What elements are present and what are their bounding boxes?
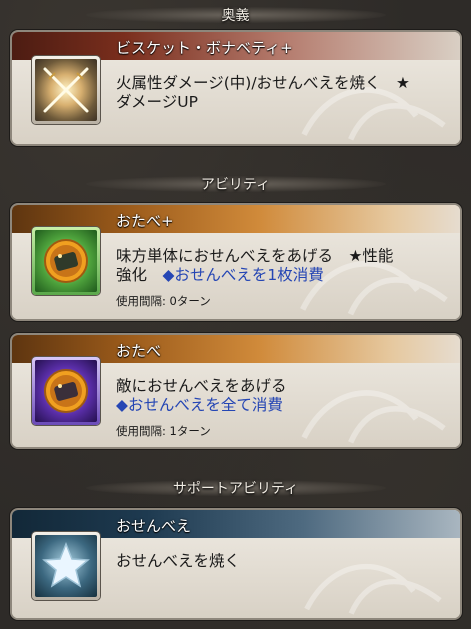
section-header-ability: アビリティ [0, 171, 471, 197]
ability-title: おたべ+ [116, 212, 174, 230]
ougi-description: 火属性ダメージ(中)/おせんべえを焼く ★ ダメージUP [116, 74, 448, 112]
desc-line: 敵におせんべえをあげる [116, 377, 287, 395]
ability-card-otabe-plus[interactable]: おたべ+ 味方単体におせんべえをあげる ★性能 強化 ◆おせんべえを1枚消費 使… [10, 203, 462, 321]
section-header-ougi: 奥義 [0, 2, 471, 28]
cooldown: 使用間隔: 0ターン [116, 293, 211, 309]
section-title: 奥義 [221, 8, 250, 24]
ability-title: おたべ [116, 342, 162, 360]
senbei-green-icon [35, 230, 97, 292]
desc-line: 強化 ◆おせんべえを1枚消費 [116, 266, 448, 285]
section-header-support: サポートアビリティ [0, 475, 471, 501]
ability-icon-frame [32, 357, 100, 425]
crossed-swords-icon [35, 59, 97, 121]
decor-pattern [304, 563, 442, 615]
desc-text: 強化 [116, 266, 163, 284]
ougi-icon-frame [32, 56, 100, 124]
consume-note: ◆おせんべえを1枚消費 [162, 266, 324, 284]
cooldown-label: 使用間隔: [116, 424, 170, 438]
consume-note: ◆おせんべえを全て消費 [116, 396, 283, 414]
cooldown-value: 1ターン [169, 424, 211, 438]
section-title: サポートアビリティ [172, 481, 299, 497]
ougi-card[interactable]: ビスケット・ボナベティ+ 火属性ダメージ(中)/おせんべえを焼く ★ ダメージU… [10, 30, 462, 146]
ougi-title: ビスケット・ボナベティ+ [116, 39, 293, 57]
support-icon-frame [32, 532, 100, 600]
desc-line: 味方単体におせんべえをあげる ★性能 [116, 247, 394, 265]
section-title: アビリティ [200, 177, 271, 193]
support-title: おせんべえ [116, 517, 192, 535]
ability-description: 味方単体におせんべえをあげる ★性能 強化 ◆おせんべえを1枚消費 [116, 247, 448, 285]
desc-line: 火属性ダメージ(中)/おせんべえを焼く ★ [116, 74, 410, 92]
ability-card-otabe[interactable]: おたべ 敵におせんべえをあげる ◆おせんべえを全て消費 使用間隔: 1ターン [10, 333, 462, 449]
cooldown-value: 0ターン [169, 294, 211, 308]
ability-description: 敵におせんべえをあげる ◆おせんべえを全て消費 [116, 377, 448, 415]
desc-line: ダメージUP [116, 93, 198, 111]
senbei-purple-icon [35, 360, 97, 422]
desc-line: おせんべえを焼く [116, 552, 241, 570]
star-icon [35, 535, 97, 597]
support-card-osenbee[interactable]: おせんべえ おせんべえを焼く [10, 508, 462, 620]
support-description: おせんべえを焼く [116, 552, 448, 571]
cooldown-label: 使用間隔: [116, 294, 170, 308]
ability-icon-frame [32, 227, 100, 295]
cooldown: 使用間隔: 1ターン [116, 423, 211, 439]
